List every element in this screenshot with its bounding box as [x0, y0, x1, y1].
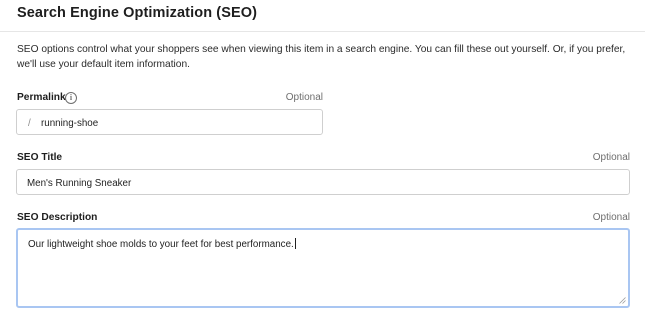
seo-title-label: SEO Title — [17, 152, 63, 163]
permalink-value: running-shoe — [41, 118, 99, 129]
seo-title-input[interactable]: Men's Running Sneaker — [16, 169, 630, 195]
permalink-optional: Optional — [285, 92, 323, 103]
seo-description-value: Our lightweight shoe molds to your feet … — [28, 238, 296, 250]
seo-description-optional: Optional — [592, 212, 630, 223]
seo-description-label: SEO Description — [17, 212, 98, 223]
seo-description-text: Our lightweight shoe molds to your feet … — [28, 239, 294, 250]
permalink-label: Permalink — [17, 92, 66, 103]
permalink-prefix: / — [28, 118, 31, 129]
section-description: SEO options control what your shoppers s… — [17, 44, 626, 70]
section-title: Search Engine Optimization (SEO) — [17, 5, 258, 21]
permalink-input[interactable]: / running-shoe — [16, 109, 323, 135]
text-caret — [294, 238, 296, 249]
seo-title-optional: Optional — [592, 152, 630, 163]
seo-section: Search Engine Optimization (SEO) SEO opt… — [0, 0, 645, 320]
info-icon[interactable]: i — [65, 92, 77, 104]
seo-title-value: Men's Running Sneaker — [27, 178, 132, 189]
seo-description-textarea[interactable]: Our lightweight shoe molds to your feet … — [16, 228, 630, 308]
resize-handle-icon[interactable] — [619, 297, 626, 304]
divider — [0, 31, 645, 32]
